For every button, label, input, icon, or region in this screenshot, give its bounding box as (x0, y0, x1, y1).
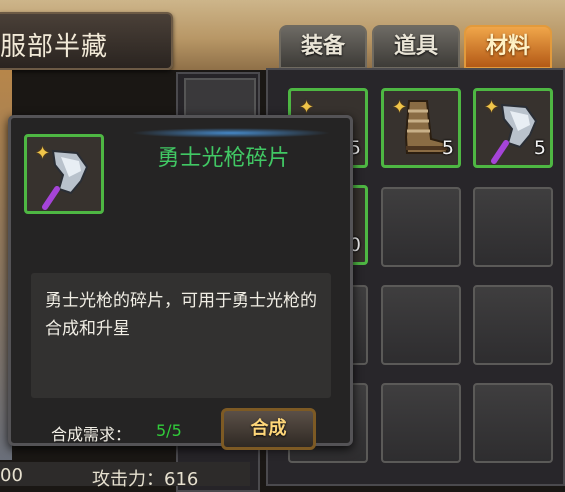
tab-equipment[interactable]: 装备 (279, 25, 367, 69)
title-glow (131, 128, 331, 138)
character-name-plate: 服部半藏 (0, 12, 173, 70)
inventory-slot[interactable] (381, 187, 461, 267)
character-name: 服部半藏 (0, 32, 109, 62)
inventory-slot[interactable] (381, 383, 461, 463)
stat-value: 00 (0, 465, 23, 486)
character-stats-bar: 00 攻击力：616 (0, 462, 250, 490)
item-count: 5 (441, 137, 454, 159)
inventory-slot[interactable]: ✦ 5 (381, 88, 461, 168)
item-title: 勇士光枪碎片 (157, 146, 290, 171)
inventory-slot[interactable] (473, 383, 553, 463)
item-tooltip-panel: ✦ 勇士光枪碎片 勇士光枪的碎片，可用于勇士光枪的合成和升星 合成需求： 5/5… (8, 115, 353, 450)
inventory-slot[interactable] (473, 187, 553, 267)
inventory-slot[interactable] (381, 285, 461, 365)
attack-stat: 攻击力：616 (92, 469, 199, 490)
item-description: 勇士光枪的碎片，可用于勇士光枪的合成和升星 (31, 273, 331, 398)
tab-items[interactable]: 道具 (372, 25, 460, 69)
synthesis-requirement-label: 合成需求： (51, 425, 132, 444)
tab-materials[interactable]: 材料 (464, 25, 552, 69)
item-count: 5 (533, 137, 546, 159)
inventory-slot[interactable] (473, 285, 553, 365)
tooltip-item-slot: ✦ (24, 134, 104, 214)
synthesize-button[interactable]: 合成 (221, 408, 316, 450)
lance-fragment-icon (42, 149, 89, 210)
synthesis-requirement-value: 5/5 (156, 421, 182, 440)
inventory-slot[interactable]: ✦ 5 (473, 88, 553, 168)
